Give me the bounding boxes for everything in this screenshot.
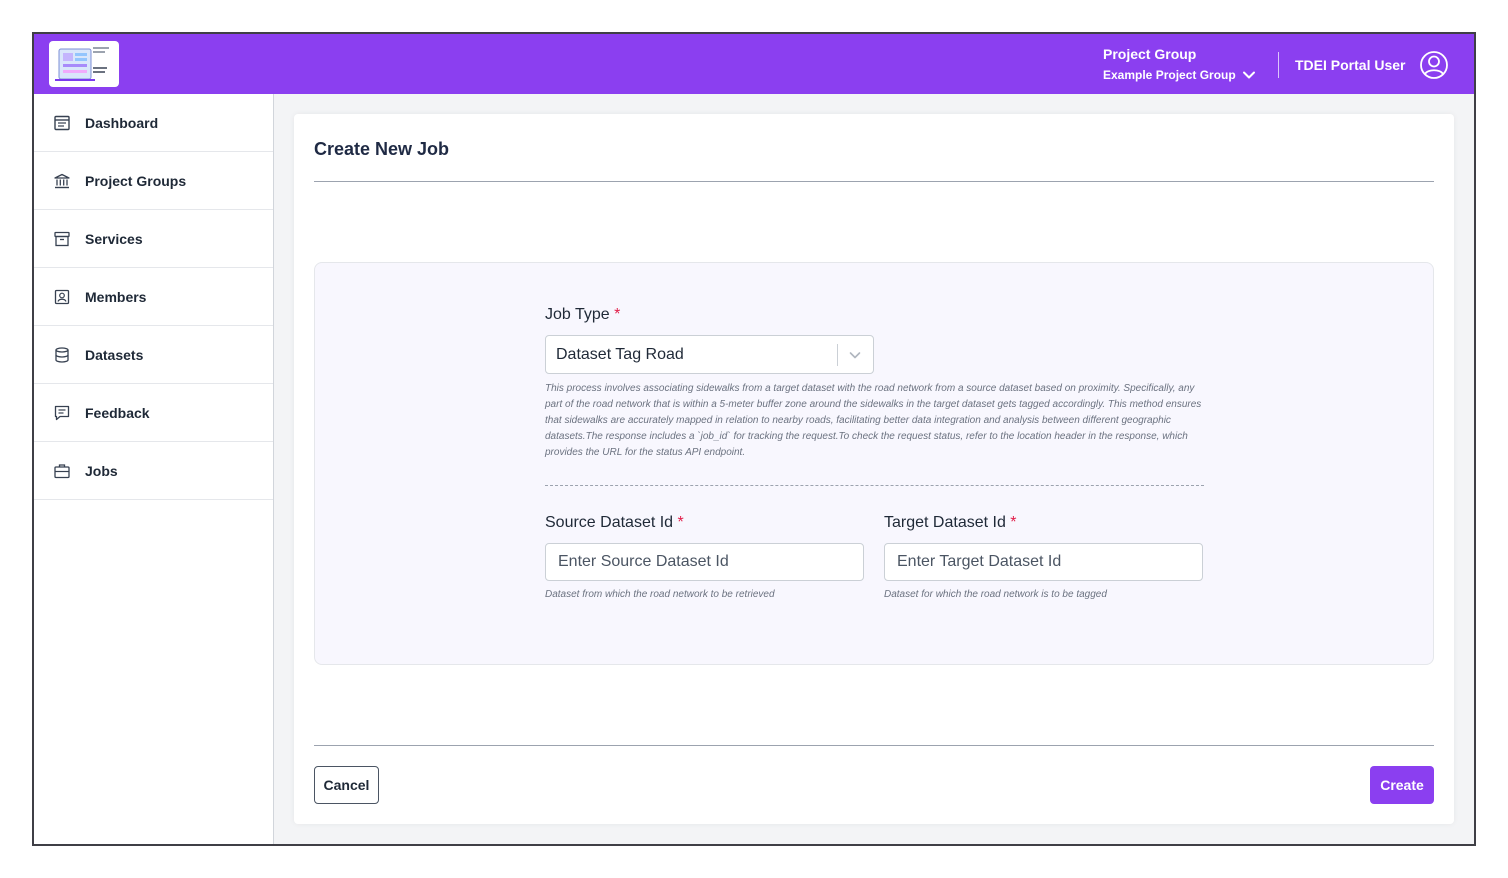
sidebar-item-dashboard[interactable]: Dashboard <box>34 94 273 152</box>
source-dataset-label-text: Source Dataset Id <box>545 514 674 531</box>
sidebar-item-label: Services <box>85 230 143 247</box>
section-divider <box>545 485 1204 486</box>
sidebar-item-label: Datasets <box>85 346 144 363</box>
sidebar-item-label: Feedback <box>85 404 150 421</box>
header-divider <box>1278 52 1279 78</box>
sidebar-item-project-groups[interactable]: Project Groups <box>34 152 273 210</box>
project-group-switcher: Project Group Example Project Group <box>1103 44 1256 84</box>
source-dataset-hint: Dataset from which the road network to b… <box>545 589 775 600</box>
required-marker: * <box>614 306 621 323</box>
target-dataset-label: Target Dataset Id * <box>884 512 1017 534</box>
job-type-select[interactable]: Dataset Tag Road <box>545 335 874 374</box>
sidebar-item-feedback[interactable]: Feedback <box>34 384 273 442</box>
logo-illustration-icon <box>55 47 109 81</box>
sidebar-item-members[interactable]: Members <box>34 268 273 326</box>
feedback-icon <box>54 405 70 420</box>
sidebar-item-jobs[interactable]: Jobs <box>34 442 273 500</box>
top-header: Project Group Example Project Group TDEI… <box>34 34 1474 94</box>
bank-icon <box>54 173 70 188</box>
cancel-button[interactable]: Cancel <box>314 766 379 804</box>
target-dataset-label-text: Target Dataset Id <box>884 514 1006 531</box>
job-type-description: This process involves associating sidewa… <box>545 383 1202 458</box>
project-group-dropdown[interactable]: Example Project Group <box>1103 66 1256 84</box>
target-dataset-hint: Dataset for which the road network is to… <box>884 589 1107 600</box>
project-group-value: Example Project Group <box>1103 68 1236 82</box>
create-job-card: Create New Job Job Type * Dataset Tag Ro… <box>294 114 1454 824</box>
job-type-label-text: Job Type <box>545 306 610 323</box>
archive-icon <box>54 231 70 246</box>
job-form-panel: Job Type * Dataset Tag Road This process… <box>314 262 1434 665</box>
project-group-label: Project Group <box>1103 46 1197 62</box>
sidebar-item-label: Members <box>85 288 147 305</box>
create-button[interactable]: Create <box>1370 766 1434 804</box>
briefcase-icon <box>54 463 70 478</box>
target-dataset-input[interactable] <box>884 543 1203 581</box>
sidebar: Dashboard Project Groups Services Member… <box>34 94 274 844</box>
title-divider <box>314 181 1434 182</box>
user-avatar-icon[interactable] <box>1419 50 1449 80</box>
sidebar-item-label: Dashboard <box>85 114 159 131</box>
required-marker: * <box>677 514 684 531</box>
database-icon <box>55 346 69 363</box>
app-logo[interactable] <box>49 41 119 87</box>
user-name[interactable]: TDEI Portal User <box>1295 55 1405 75</box>
required-marker: * <box>1010 514 1017 531</box>
dashboard-icon <box>54 115 70 130</box>
sidebar-item-datasets[interactable]: Datasets <box>34 326 273 384</box>
job-type-label: Job Type * <box>545 304 620 326</box>
sidebar-item-label: Project Groups <box>85 172 187 189</box>
member-badge-icon <box>54 289 70 304</box>
source-dataset-label: Source Dataset Id * <box>545 512 684 534</box>
source-dataset-input[interactable] <box>545 543 864 581</box>
chevron-down-icon <box>1242 71 1255 79</box>
app-window: Project Group Example Project Group TDEI… <box>32 32 1476 846</box>
sidebar-item-services[interactable]: Services <box>34 210 273 268</box>
footer-divider <box>314 745 1434 746</box>
select-separator <box>837 344 838 366</box>
page-title: Create New Job <box>314 139 450 159</box>
job-type-selected-value: Dataset Tag Road <box>556 346 684 363</box>
chevron-down-icon[interactable] <box>848 348 862 362</box>
sidebar-item-label: Jobs <box>85 462 118 479</box>
